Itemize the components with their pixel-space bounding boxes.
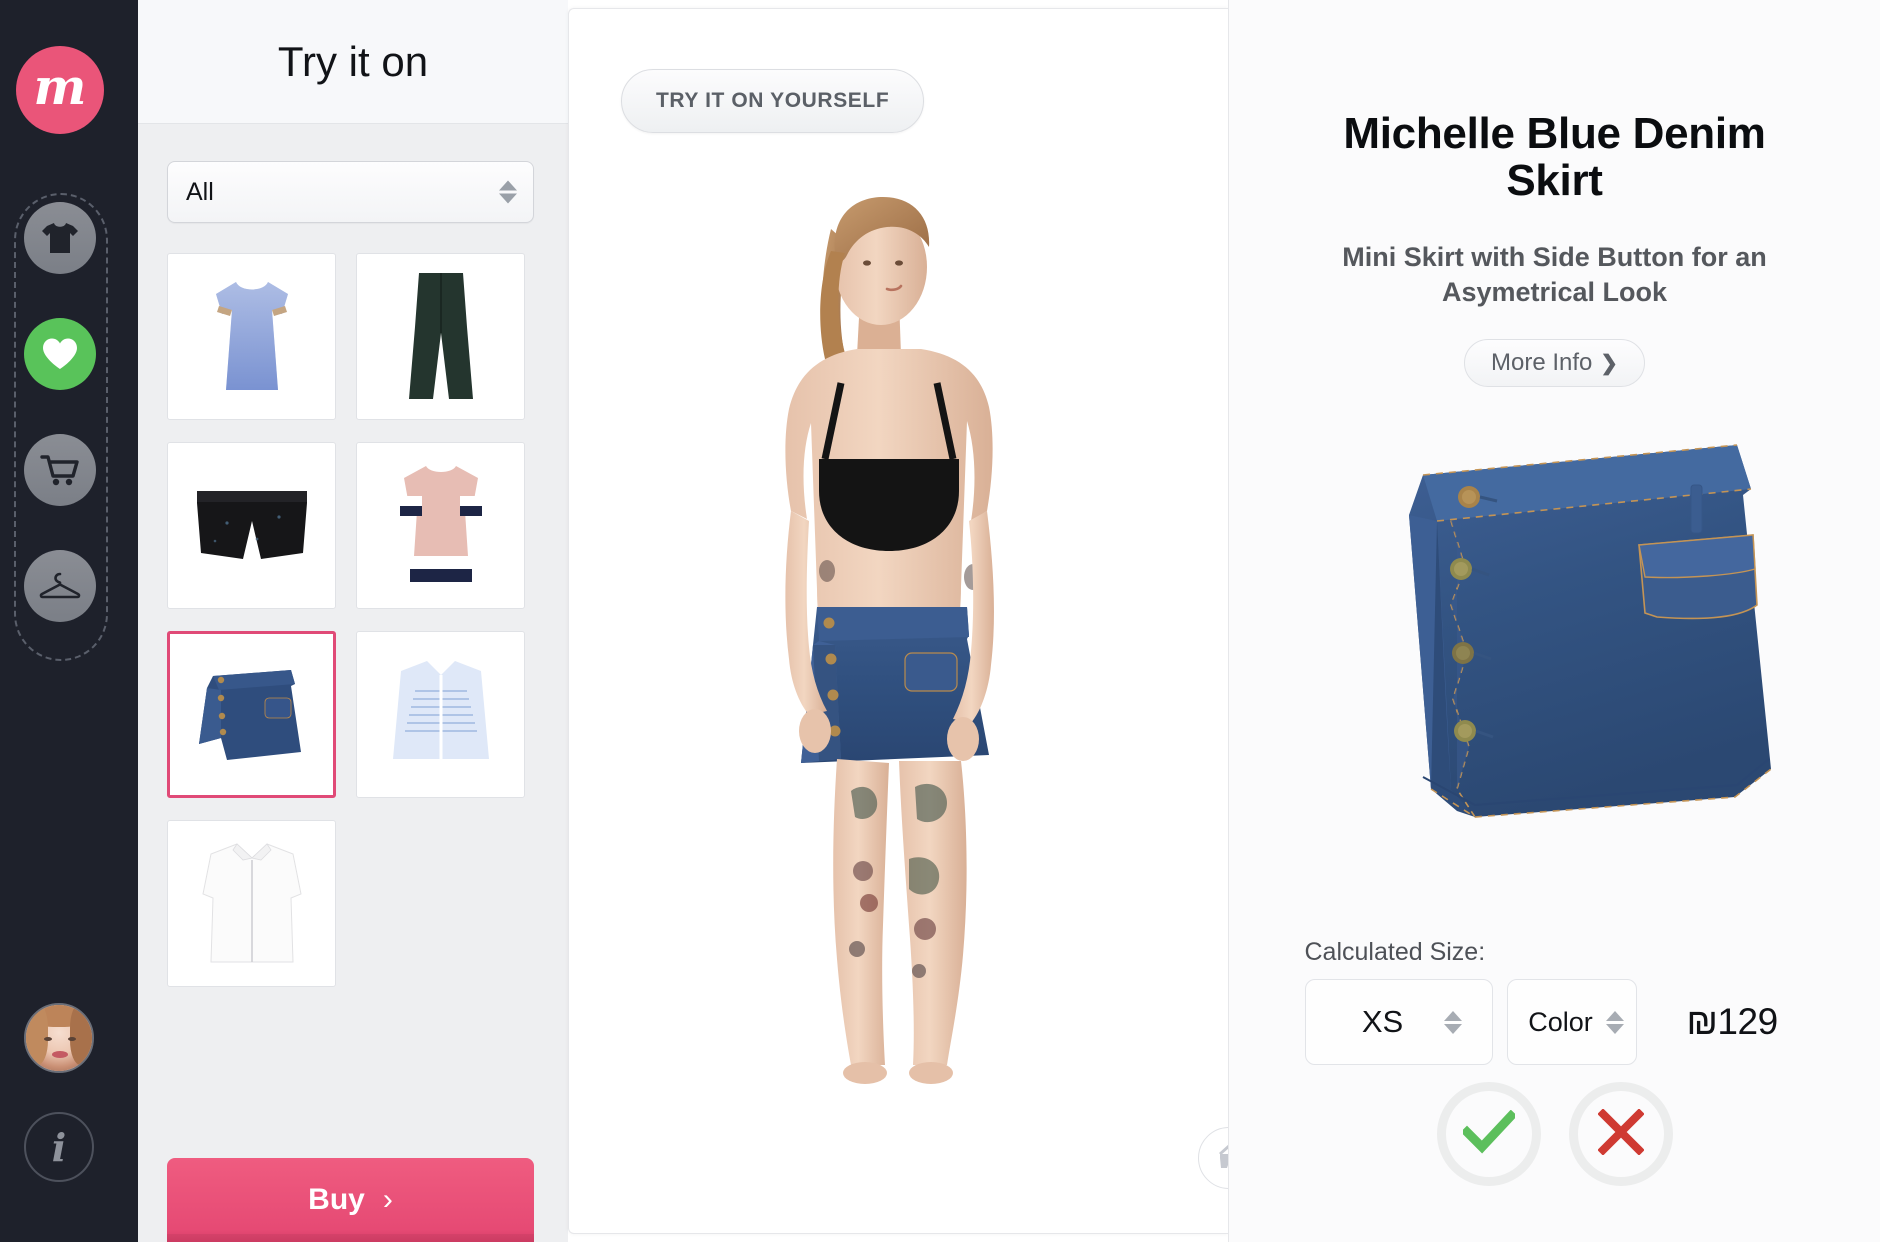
- panel-header: Try it on: [138, 0, 568, 124]
- more-info-label: More Info: [1491, 349, 1593, 377]
- category-filter-value: All: [186, 177, 214, 206]
- tshirt-icon: [40, 221, 80, 255]
- confirm-button[interactable]: [1436, 1082, 1541, 1186]
- product-price: ₪129: [1686, 1001, 1779, 1042]
- garment-thumb-blue-stripe-sleeveless-top[interactable]: [356, 631, 525, 798]
- size-select-value: XS: [1361, 1004, 1404, 1039]
- product-image: [1305, 417, 1805, 887]
- model-image: [569, 159, 1227, 1109]
- info-button[interactable]: i: [24, 1112, 94, 1182]
- product-title: Michelle Blue Denim Skirt: [1343, 109, 1766, 206]
- garment-thumb-dark-green-flare-pants[interactable]: [356, 253, 525, 420]
- check-icon: [1460, 1109, 1517, 1159]
- category-filter-select[interactable]: All: [167, 161, 534, 223]
- size-select[interactable]: XS: [1304, 979, 1493, 1065]
- app-root: m i Try it on All Buy › TRY IT ON YOURSE…: [0, 0, 1880, 1242]
- garment-thumb-blue-sequin-dress[interactable]: [167, 253, 336, 420]
- heart-icon: [41, 337, 79, 371]
- logo-letter: m: [33, 57, 87, 116]
- try-it-on-panel: Try it on All Buy ›: [138, 0, 568, 1242]
- cancel-button[interactable]: [1568, 1082, 1673, 1186]
- garment-thumb-black-leather-shorts[interactable]: [167, 442, 336, 609]
- panel-body: All Buy ›: [138, 124, 568, 1242]
- info-icon: i: [51, 1124, 67, 1170]
- chevron-updown-icon: [1605, 1010, 1624, 1034]
- garment-thumb-pink-ruffle-top[interactable]: [356, 442, 525, 609]
- color-select[interactable]: Color: [1506, 979, 1637, 1065]
- try-it-on-yourself-label: TRY IT ON YOURSELF: [656, 89, 890, 112]
- size-and-price-row: Calculated Size: XS Color ₪129: [1304, 938, 1805, 1065]
- buy-button-wrap: Buy ›: [167, 1158, 534, 1242]
- model-preview-panel: TRY IT ON YOURSELF: [568, 8, 1228, 1234]
- rail-item-favorites[interactable]: [24, 318, 96, 390]
- icon-rail: m i: [0, 0, 138, 1242]
- product-subtitle: Mini Skirt with Side Button for an Asyme…: [1342, 242, 1767, 307]
- product-controls: XS Color ₪129: [1304, 979, 1805, 1065]
- shorts-icon: [1215, 1143, 1228, 1174]
- garment-thumb-white-button-shirt[interactable]: [167, 820, 336, 987]
- hanger-icon: [39, 571, 81, 601]
- shopping-cart-icon: [40, 453, 80, 487]
- calculated-size-label: Calculated Size:: [1304, 938, 1486, 966]
- garment-grid: [167, 253, 539, 987]
- garment-thumb-michelle-blue-denim-skirt[interactable]: [167, 631, 336, 798]
- rail-item-cart[interactable]: [24, 434, 96, 506]
- buy-button[interactable]: Buy ›: [167, 1158, 534, 1242]
- chevron-right-icon: ❯: [1600, 351, 1618, 375]
- try-it-on-yourself-button[interactable]: TRY IT ON YOURSELF: [621, 69, 925, 133]
- rail-item-wardrobe[interactable]: [24, 550, 96, 622]
- garment-type-toggle[interactable]: [1198, 1127, 1228, 1189]
- color-select-value: Color: [1528, 1006, 1593, 1037]
- chevron-updown-icon: [1443, 1010, 1462, 1034]
- chevron-updown-icon: [499, 180, 517, 204]
- chevron-right-icon: ›: [382, 1183, 393, 1216]
- avatar-image: [26, 1005, 92, 1071]
- confirm-cancel-row: [1436, 1082, 1673, 1186]
- user-avatar[interactable]: [24, 1003, 94, 1073]
- more-info-button[interactable]: More Info ❯: [1464, 339, 1645, 388]
- buy-button-label: Buy: [308, 1183, 365, 1216]
- product-detail-panel: Michelle Blue Denim Skirt Mini Skirt wit…: [1228, 0, 1880, 1242]
- rail-item-clothing[interactable]: [24, 202, 96, 274]
- page-title: Try it on: [277, 37, 429, 85]
- close-icon: [1596, 1107, 1645, 1160]
- app-logo[interactable]: m: [16, 46, 104, 134]
